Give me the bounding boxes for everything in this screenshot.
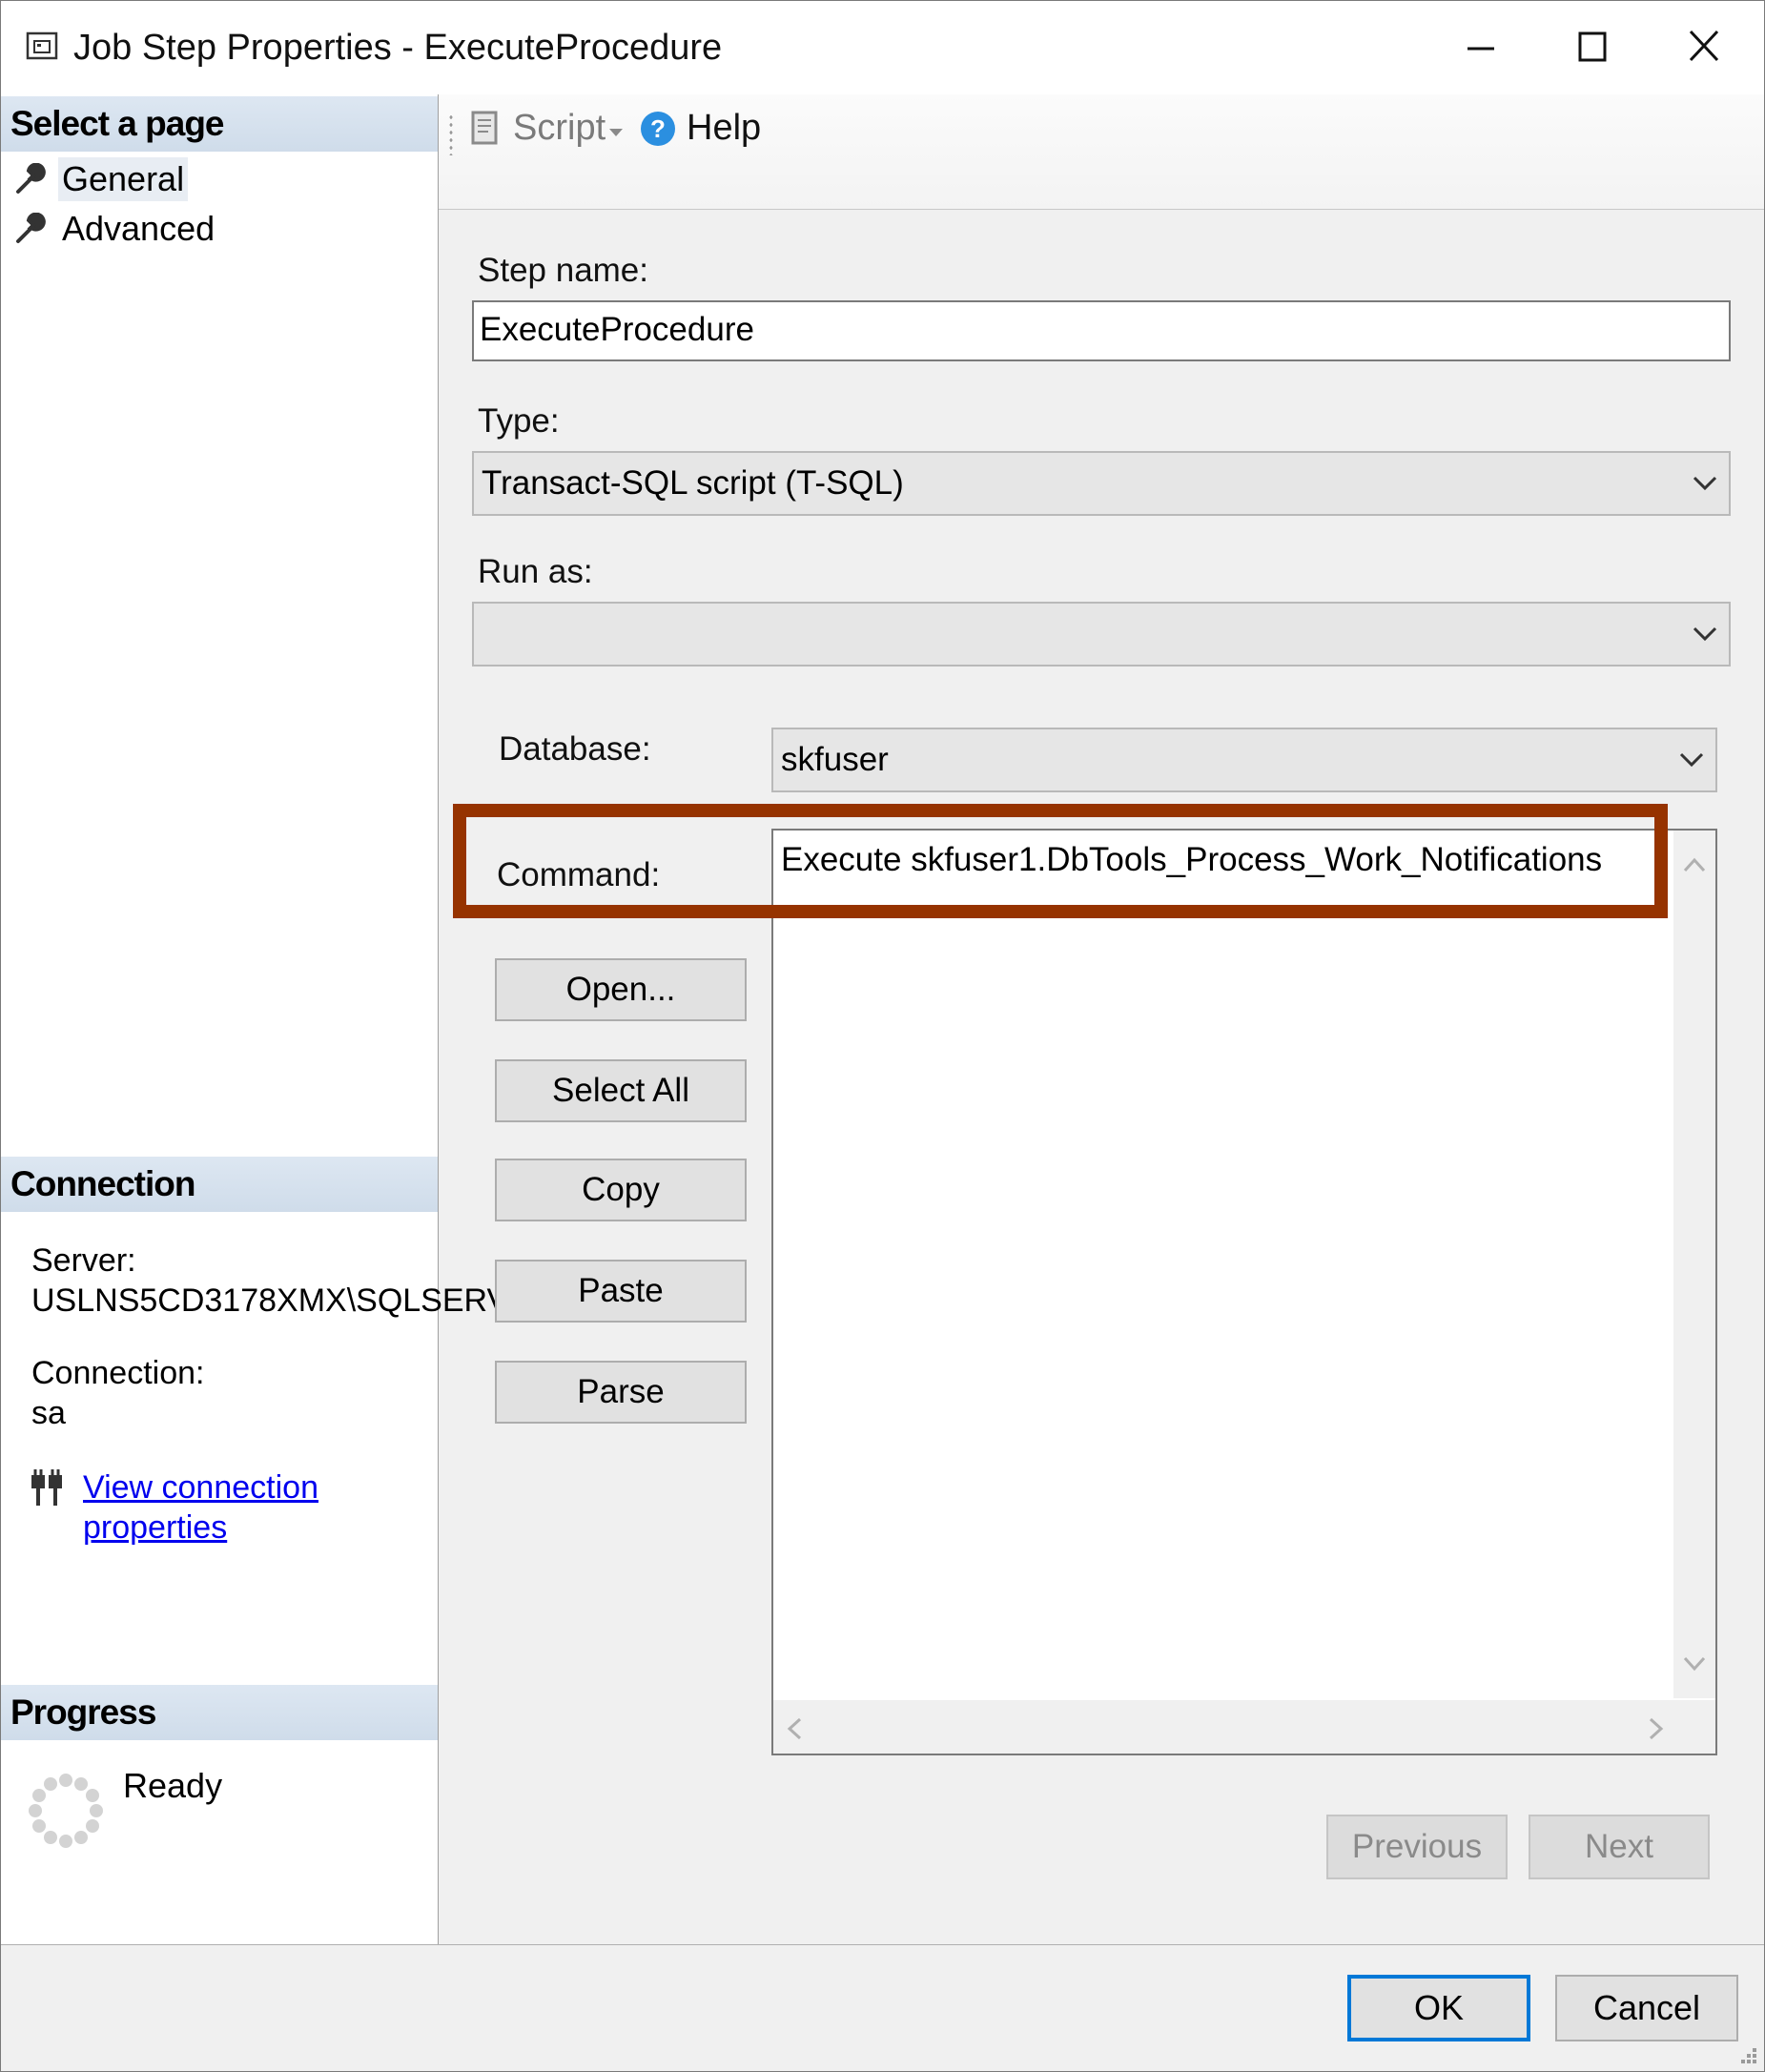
- script-icon: [471, 111, 498, 144]
- vertical-scrollbar[interactable]: [1673, 831, 1715, 1698]
- resize-grip-icon[interactable]: [1737, 2044, 1758, 2065]
- progress-spinner-icon: [29, 1774, 103, 1848]
- paste-button[interactable]: Paste: [495, 1260, 747, 1323]
- chevron-left-icon[interactable]: [787, 1717, 802, 1740]
- step-name-label: Step name:: [478, 252, 648, 289]
- title-bar: Job Step Properties - ExecuteProcedure: [1, 1, 1764, 94]
- ok-button[interactable]: OK: [1347, 1975, 1530, 2041]
- chevron-down-icon: [1679, 752, 1704, 768]
- type-select-value: Transact-SQL script (T-SQL): [482, 464, 904, 502]
- database-select[interactable]: skfuser: [771, 728, 1717, 792]
- select-page-header: Select a page: [1, 96, 438, 152]
- connection-label: Connection:: [31, 1355, 205, 1391]
- window-icon: [26, 31, 58, 60]
- wrench-icon: [16, 163, 46, 194]
- page-label-advanced: Advanced: [62, 209, 215, 248]
- svg-text:?: ?: [650, 114, 666, 143]
- horizontal-scrollbar[interactable]: [773, 1700, 1677, 1754]
- window-title: Job Step Properties - ExecuteProcedure: [73, 28, 723, 68]
- connection-value: sa: [31, 1395, 66, 1431]
- database-label: Database:: [499, 730, 651, 768]
- select-all-button[interactable]: Select All: [495, 1059, 747, 1122]
- progress-header: Progress: [1, 1685, 438, 1740]
- run-as-select[interactable]: [472, 602, 1731, 667]
- toolbar: Script ? Help: [439, 94, 1764, 210]
- close-icon[interactable]: [1681, 24, 1727, 70]
- server-label: Server:: [31, 1242, 136, 1279]
- toolbar-grip: [448, 113, 454, 155]
- cancel-button[interactable]: Cancel: [1555, 1975, 1738, 2041]
- left-pane: Select a page General Advanced Connectio…: [1, 94, 553, 1944]
- parse-button[interactable]: Parse: [495, 1361, 747, 1424]
- help-button[interactable]: ? Help: [639, 108, 761, 149]
- minimize-icon[interactable]: [1458, 24, 1504, 70]
- run-as-label: Run as:: [478, 553, 593, 590]
- step-name-input[interactable]: ExecuteProcedure: [472, 300, 1731, 361]
- script-label: Script: [513, 108, 606, 148]
- page-label-general: General: [58, 157, 189, 201]
- chevron-down-icon: [1693, 626, 1717, 642]
- copy-button[interactable]: Copy: [495, 1159, 747, 1221]
- page-item-advanced[interactable]: Advanced: [14, 207, 215, 251]
- chevron-down-icon[interactable]: [1683, 1656, 1706, 1672]
- database-select-value: skfuser: [781, 741, 889, 778]
- view-connection-properties-link[interactable]: View connection properties: [83, 1467, 438, 1548]
- type-label: Type:: [478, 402, 560, 440]
- previous-button[interactable]: Previous: [1326, 1815, 1508, 1879]
- command-text: Execute skfuser1.DbTools_Process_Work_No…: [781, 841, 1603, 878]
- server-value: USLNS5CD3178XMX\SQLSERVER: [31, 1282, 554, 1319]
- open-button[interactable]: Open...: [495, 958, 747, 1021]
- progress-status: Ready: [123, 1766, 223, 1805]
- type-select[interactable]: Transact-SQL script (T-SQL): [472, 451, 1731, 516]
- chevron-right-icon[interactable]: [1649, 1717, 1664, 1740]
- chevron-down-icon[interactable]: [608, 127, 624, 138]
- chevron-down-icon: [1693, 476, 1717, 491]
- job-step-properties-window: Job Step Properties - ExecuteProcedure S…: [0, 0, 1765, 2072]
- chevron-up-icon[interactable]: [1683, 857, 1706, 872]
- wrench-icon: [16, 213, 46, 243]
- page-item-general[interactable]: General: [14, 157, 189, 201]
- plug-icon: [31, 1469, 62, 1506]
- script-button[interactable]: Script: [467, 108, 605, 149]
- connection-header: Connection: [1, 1157, 438, 1212]
- scrollbar-corner: [1673, 1700, 1715, 1754]
- command-label: Command:: [497, 856, 661, 893]
- maximize-icon[interactable]: [1569, 24, 1614, 70]
- command-textarea[interactable]: Execute skfuser1.DbTools_Process_Work_No…: [771, 829, 1717, 1755]
- next-button[interactable]: Next: [1529, 1815, 1710, 1879]
- help-label: Help: [687, 108, 762, 148]
- help-icon: ?: [641, 111, 675, 146]
